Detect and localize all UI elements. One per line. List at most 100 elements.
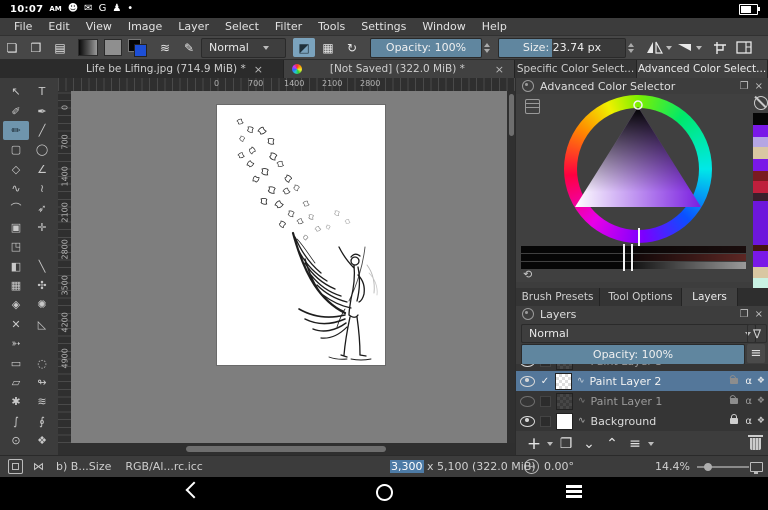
tool-transform[interactable]: ▣	[3, 218, 29, 237]
canvas-horizontal-scrollbar[interactable]	[58, 443, 515, 455]
alpha-lock-icon[interactable]: α	[745, 376, 752, 387]
history-swatch[interactable]	[753, 267, 768, 278]
close-docker-icon[interactable]: ×	[755, 81, 763, 92]
inherit-alpha-icon[interactable]: ❖	[757, 376, 765, 386]
pattern-chooser[interactable]	[104, 39, 122, 56]
tool-calligraphy[interactable]: ✒	[29, 101, 55, 120]
tool-pan[interactable]: ❖	[29, 431, 55, 450]
selection-mode-icon[interactable]: ⋈	[33, 460, 44, 473]
layer-checkbox[interactable]	[540, 364, 551, 367]
layer-thumbnail[interactable]	[555, 372, 572, 390]
document-tab-2[interactable]: [Not Saved] (322.0 MiB) * ×	[284, 60, 515, 78]
move-layer-up-button[interactable]: ⌃	[602, 435, 622, 453]
mirror-horizontal-caret[interactable]	[666, 45, 672, 50]
inherit-alpha-icon[interactable]: ❖	[757, 364, 765, 366]
tool-multibrush[interactable]: ➶	[29, 198, 55, 217]
tool-enclose-fill[interactable]: ✺	[29, 295, 55, 314]
layer-row-paint-layer-2[interactable]: ✓ ∿ Paint Layer 2 α ❖	[516, 371, 768, 391]
tool-polyline[interactable]: ∠	[29, 160, 55, 179]
alpha-lock-icon[interactable]: α	[745, 416, 752, 427]
layer-filter-funnel-icon[interactable]: ∇	[747, 324, 767, 343]
layer-blend-mode-dropdown[interactable]: Normal	[521, 324, 756, 343]
shade-selector-row[interactable]	[521, 262, 746, 269]
tool-reference-images[interactable]: ➳	[3, 334, 29, 353]
duplicate-layer-button[interactable]: ❐	[556, 435, 576, 453]
history-swatch[interactable]	[753, 125, 768, 137]
history-swatch[interactable]	[753, 201, 768, 245]
visibility-eye-icon[interactable]	[520, 375, 535, 387]
layer-list-menu-icon[interactable]: ≡	[747, 344, 765, 363]
advanced-color-selector[interactable]: ⟲	[516, 94, 768, 302]
tool-bezier-curve[interactable]: ∿	[3, 179, 29, 198]
alpha-lock-icon[interactable]: α	[745, 364, 752, 367]
float-docker-icon[interactable]: ❐	[740, 81, 749, 92]
tool-ellipse[interactable]: ◯	[29, 140, 55, 159]
layer-name[interactable]: Paint Layer 2	[590, 375, 724, 388]
tool-select-shapes[interactable]: ↖	[3, 82, 29, 101]
lock-icon[interactable]	[730, 414, 739, 424]
unlock-icon[interactable]	[730, 398, 739, 404]
tool-polygon[interactable]: ◇	[3, 160, 29, 179]
history-swatch[interactable]	[753, 113, 768, 125]
tool-line[interactable]: ╱	[29, 121, 55, 140]
menu-tools[interactable]: Tools	[310, 20, 353, 33]
display-mode-icon[interactable]	[750, 461, 763, 474]
refresh-history-icon[interactable]: ⟲	[523, 268, 532, 281]
rotation-angle[interactable]: 0.00°	[544, 460, 574, 473]
layer-name[interactable]: Background	[591, 415, 724, 428]
tool-magnetic-select[interactable]: ∮	[29, 412, 55, 431]
tool-bezier-select[interactable]: ∫	[3, 412, 29, 431]
layer-row-background[interactable]: ∿ Background α ❖	[516, 411, 768, 431]
layer-thumbnail[interactable]	[556, 392, 573, 410]
background-color-swatch[interactable]	[134, 43, 147, 57]
inherit-alpha-icon[interactable]: ❖	[757, 416, 765, 426]
move-layer-down-button[interactable]: ⌄	[579, 435, 599, 453]
preserve-alpha-button[interactable]: ▦	[317, 38, 339, 57]
tool-fill[interactable]: ◈	[3, 295, 29, 314]
layer-name[interactable]: Paint Layer 1	[591, 395, 724, 408]
mirror-horizontal-icon[interactable]	[643, 38, 665, 57]
size-spinner[interactable]	[628, 42, 634, 53]
menu-filter[interactable]: Filter	[267, 20, 310, 33]
menu-settings[interactable]: Settings	[353, 20, 414, 33]
close-docker-icon[interactable]: ×	[755, 309, 763, 320]
tool-zoom[interactable]: ⊙	[3, 431, 29, 450]
saturation-value-triangle[interactable]	[564, 95, 712, 243]
history-swatch[interactable]	[753, 171, 768, 181]
back-icon[interactable]	[185, 481, 203, 499]
tool-ellipse-select[interactable]: ◌	[29, 353, 55, 372]
tool-dynamic-brush[interactable]: ⌒	[3, 198, 29, 217]
close-icon[interactable]: ×	[493, 63, 506, 76]
tool-gradient[interactable]: ◧	[3, 257, 29, 276]
history-swatch[interactable]	[753, 181, 768, 193]
tool-measure[interactable]: ◺	[29, 315, 55, 334]
no-color-icon[interactable]	[753, 96, 768, 110]
tab-specific-color-selector[interactable]: Specific Color Select...	[515, 60, 637, 78]
add-layer-caret[interactable]	[547, 442, 553, 446]
tool-rectangle[interactable]: ▢	[3, 140, 29, 159]
tool-move[interactable]: ✛	[29, 218, 55, 237]
save-button[interactable]: ▤	[49, 38, 71, 57]
tool-text[interactable]: T	[29, 82, 55, 101]
menu-layer[interactable]: Layer	[170, 20, 217, 33]
layer-properties-caret[interactable]	[648, 442, 654, 446]
menu-image[interactable]: Image	[120, 20, 170, 33]
reload-preset-button[interactable]: ↻	[341, 38, 363, 57]
tool-smart-patch[interactable]: ✣	[29, 276, 55, 295]
menu-select[interactable]: Select	[217, 20, 267, 33]
tab-tool-options[interactable]: Tool Options	[600, 288, 682, 306]
zoom-percent[interactable]: 14.4%	[655, 460, 690, 473]
history-swatch[interactable]	[753, 159, 768, 171]
layer-name[interactable]: Paint Layer 3	[591, 364, 724, 368]
shade-selector-row[interactable]	[521, 246, 746, 253]
color-profile-status[interactable]: RGB/Al...rc.icc	[125, 460, 202, 473]
history-swatch[interactable]	[753, 137, 768, 147]
opacity-spinner[interactable]	[484, 42, 490, 53]
tool-color-sampler[interactable]: ╲	[29, 257, 55, 276]
layer-row-paint-layer-1[interactable]: ∿ Paint Layer 1 α ❖	[516, 391, 768, 411]
size-slider[interactable]: Size: 23.74 px	[498, 37, 626, 58]
mirror-vertical-icon[interactable]	[673, 38, 695, 57]
workspace-chooser-icon[interactable]	[733, 38, 755, 57]
history-swatch[interactable]	[753, 147, 768, 159]
history-swatch[interactable]	[753, 251, 768, 267]
